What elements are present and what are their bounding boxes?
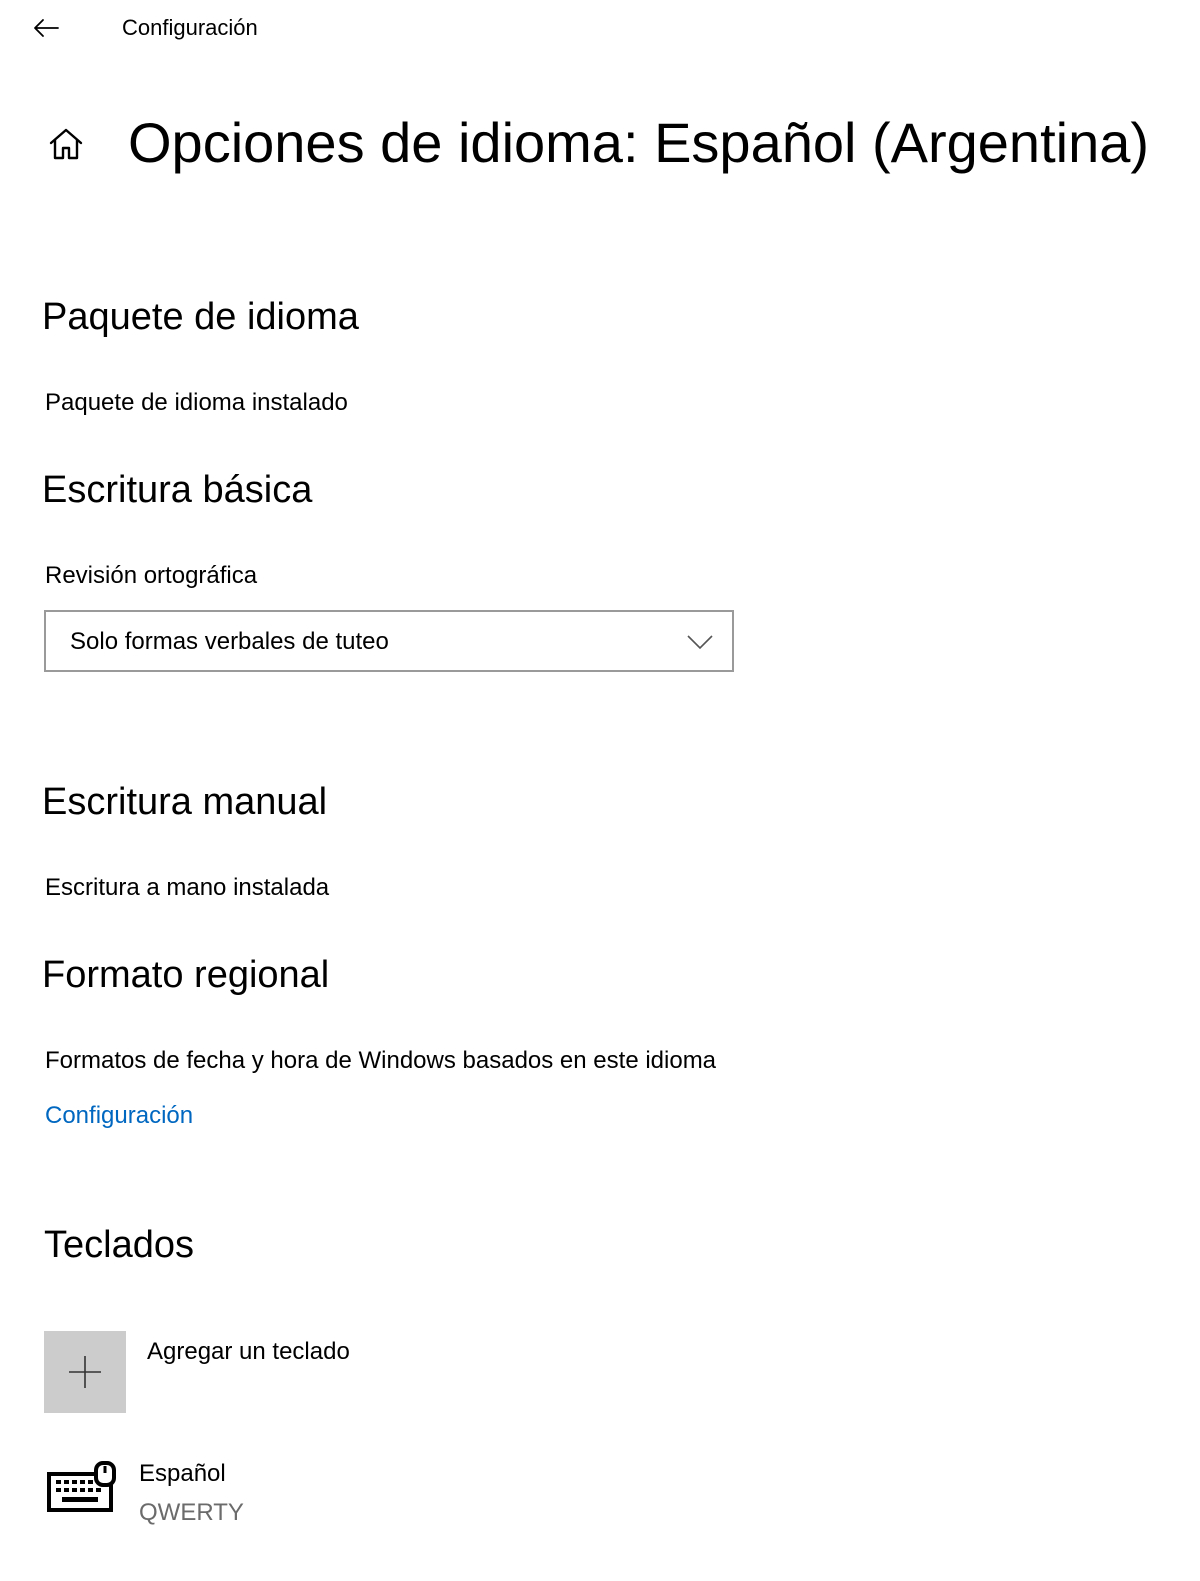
language-pack-status: Paquete de idioma instalado bbox=[45, 389, 348, 416]
regional-format-heading: Formato regional bbox=[42, 954, 330, 996]
add-keyboard-label[interactable]: Agregar un teclado bbox=[147, 1337, 350, 1367]
spellcheck-label: Revisión ortográfica bbox=[45, 562, 258, 589]
regional-format-settings-link[interactable]: Configuración bbox=[45, 1101, 193, 1131]
plus-icon bbox=[69, 1356, 101, 1388]
regional-format-description: Formatos de fecha y hora de Windows basa… bbox=[45, 1047, 717, 1074]
keyboard-name: Español bbox=[139, 1460, 226, 1487]
back-arrow-icon bbox=[34, 19, 59, 37]
chevron-down-icon bbox=[687, 635, 713, 650]
basic-typing-heading: Escritura básica bbox=[42, 469, 313, 511]
handwriting-heading: Escritura manual bbox=[42, 781, 328, 823]
home-icon bbox=[49, 128, 83, 160]
add-keyboard-button[interactable] bbox=[44, 1331, 126, 1413]
spellcheck-dropdown[interactable]: Solo formas verbales de tuteo bbox=[44, 610, 734, 672]
language-pack-heading: Paquete de idioma bbox=[42, 296, 359, 338]
home-button[interactable] bbox=[42, 120, 90, 168]
keyboard-layout: QWERTY bbox=[139, 1499, 244, 1526]
page-title: Opciones de idioma: Español (Argentina) bbox=[128, 111, 1150, 174]
window-title: Configuración bbox=[122, 15, 258, 40]
keyboard-item-espanol[interactable]: Español QWERTY bbox=[40, 1455, 340, 1531]
spellcheck-selected-value: Solo formas verbales de tuteo bbox=[70, 628, 389, 655]
handwriting-status: Escritura a mano instalada bbox=[45, 874, 330, 901]
keyboards-heading: Teclados bbox=[44, 1224, 194, 1266]
back-button[interactable] bbox=[22, 8, 70, 48]
keyboard-icon bbox=[47, 1461, 116, 1512]
